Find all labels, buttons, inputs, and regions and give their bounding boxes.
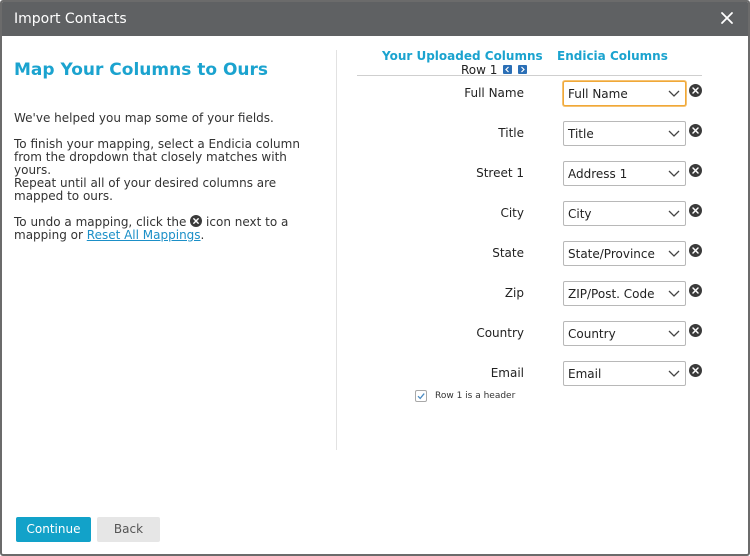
import-contacts-dialog: Import Contacts Map Your Columns to Ours… bbox=[0, 0, 750, 556]
remove-mapping-icon[interactable] bbox=[689, 244, 702, 257]
select-value: Full Name bbox=[568, 87, 628, 101]
mapping-row-title: Title Title bbox=[357, 121, 717, 147]
remove-mapping-icon[interactable] bbox=[689, 124, 702, 137]
endicia-column-select[interactable]: Title bbox=[563, 121, 686, 146]
mapping-row-street-1: Street 1 Address 1 bbox=[357, 161, 717, 187]
endicia-column-select[interactable]: Address 1 bbox=[563, 161, 686, 186]
row1-header-checkbox[interactable] bbox=[415, 390, 427, 402]
uploaded-column-label: Street 1 bbox=[476, 166, 524, 180]
uploaded-columns-header: Your Uploaded Columns bbox=[382, 49, 543, 63]
endicia-columns-header: Endicia Columns bbox=[557, 49, 668, 63]
endicia-column-select[interactable]: Country bbox=[563, 321, 686, 346]
endicia-column-select[interactable]: ZIP/Post. Code bbox=[563, 281, 686, 306]
uploaded-column-label: Full Name bbox=[464, 86, 524, 100]
select-value: Country bbox=[568, 327, 616, 341]
remove-mapping-icon[interactable] bbox=[689, 84, 702, 97]
remove-mapping-icon[interactable] bbox=[689, 164, 702, 177]
mapping-row-full-name: Full Name Full Name bbox=[357, 81, 717, 107]
chevron-down-icon bbox=[668, 170, 680, 177]
chevron-down-icon bbox=[668, 290, 680, 297]
uploaded-column-label: State bbox=[492, 246, 524, 260]
dialog-title: Import Contacts bbox=[14, 11, 127, 27]
uploaded-column-label: Zip bbox=[504, 286, 524, 300]
chevron-down-icon bbox=[668, 130, 680, 137]
endicia-column-select[interactable]: State/Province bbox=[563, 241, 686, 266]
instruction-text-2: To finish your mapping, select a Endicia… bbox=[14, 137, 300, 177]
select-value: Title bbox=[568, 127, 594, 141]
select-value: Address 1 bbox=[568, 167, 628, 181]
chevron-down-icon bbox=[668, 210, 680, 217]
page-title: Map Your Columns to Ours bbox=[14, 60, 269, 80]
remove-mapping-icon[interactable] bbox=[689, 324, 702, 337]
uploaded-column-label: Email bbox=[490, 366, 524, 380]
chevron-down-icon bbox=[668, 330, 680, 337]
arrow-left-icon[interactable] bbox=[503, 65, 513, 74]
instruction-text-4: To undo a mapping, click the icon next t… bbox=[14, 215, 304, 242]
row1-header-checkbox-label: Row 1 is a header bbox=[435, 391, 516, 401]
instructions-panel: Map Your Columns to Ours We've helped yo… bbox=[2, 36, 336, 506]
select-value: Email bbox=[568, 367, 602, 381]
instruction-text-3: Repeat until all of your desired columns… bbox=[14, 176, 277, 203]
remove-mapping-icon bbox=[190, 215, 203, 227]
back-button[interactable]: Back bbox=[97, 517, 160, 542]
endicia-column-select[interactable]: City bbox=[563, 201, 686, 226]
mapping-row-country: Country Country bbox=[357, 321, 717, 347]
continue-button[interactable]: Continue bbox=[16, 517, 91, 542]
mapping-row-city: City City bbox=[357, 201, 717, 227]
mapping-row-state: State State/Province bbox=[357, 241, 717, 267]
uploaded-column-label: Country bbox=[476, 326, 524, 340]
endicia-column-select[interactable]: Email bbox=[563, 361, 686, 386]
mapping-row-email: Email Email bbox=[357, 361, 717, 387]
close-icon[interactable] bbox=[716, 7, 738, 29]
mapping-row-zip: Zip ZIP/Post. Code bbox=[357, 281, 717, 307]
instruction-text-1: We've helped you map some of your fields… bbox=[14, 111, 274, 125]
select-value: City bbox=[568, 207, 592, 221]
reset-all-mappings-link[interactable]: Reset All Mappings bbox=[87, 228, 201, 242]
remove-mapping-icon[interactable] bbox=[689, 204, 702, 217]
chevron-down-icon bbox=[668, 250, 680, 257]
select-value: State/Province bbox=[568, 247, 655, 261]
dialog-titlebar: Import Contacts bbox=[2, 2, 748, 36]
header-divider bbox=[357, 75, 702, 76]
checkmark-icon bbox=[417, 393, 425, 400]
chevron-down-icon bbox=[668, 90, 680, 97]
instruction-text-4-start: To undo a mapping, click the bbox=[14, 215, 187, 229]
panel-divider bbox=[336, 50, 337, 450]
endicia-column-select[interactable]: Full Name bbox=[563, 81, 686, 106]
remove-mapping-icon[interactable] bbox=[689, 364, 702, 377]
select-value: ZIP/Post. Code bbox=[568, 287, 655, 301]
uploaded-column-label: Title bbox=[498, 126, 524, 140]
instruction-text-4-end: . bbox=[200, 228, 205, 242]
arrow-right-icon[interactable] bbox=[518, 65, 528, 74]
uploaded-column-label: City bbox=[500, 206, 524, 220]
chevron-down-icon bbox=[668, 370, 680, 377]
remove-mapping-icon[interactable] bbox=[689, 284, 702, 297]
